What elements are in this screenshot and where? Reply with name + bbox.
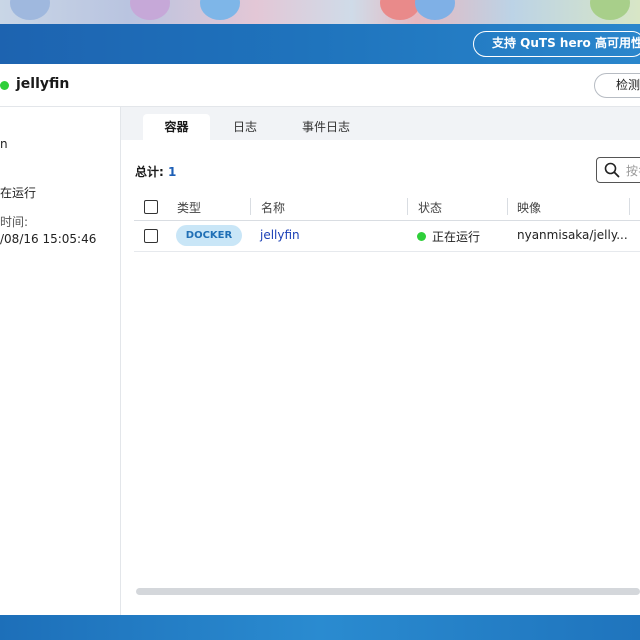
search-placeholder: 按名 xyxy=(626,164,640,178)
desktop-icon xyxy=(130,0,170,20)
container-image: nyanmisaka/jelly... xyxy=(517,228,628,242)
column-divider[interactable] xyxy=(507,198,508,215)
column-status[interactable]: 状态 xyxy=(418,199,442,216)
app-status-dot-icon xyxy=(0,81,9,90)
desktop-icon xyxy=(200,0,240,20)
quts-hero-ha-button[interactable]: 支持 QuTS hero 高可用性 xyxy=(473,31,640,57)
sidebar-status-value: 在运行 xyxy=(0,186,37,200)
row-checkbox[interactable] xyxy=(144,229,158,243)
total-count: 总计: 1 xyxy=(135,163,176,180)
column-type[interactable]: 类型 xyxy=(177,199,201,216)
tab-logs[interactable]: 日志 xyxy=(219,114,271,140)
select-all-checkbox[interactable] xyxy=(144,200,158,214)
main-panel: 容器 日志 事件日志 总计: 1 按名 类型 名称 状态 映像 DOCKER j… xyxy=(121,107,640,615)
total-label: 总计: xyxy=(135,165,164,179)
search-icon xyxy=(604,162,620,178)
container-name-link[interactable]: jellyfin xyxy=(260,228,300,242)
column-divider[interactable] xyxy=(629,198,630,215)
table-header: 类型 名称 状态 映像 xyxy=(134,194,640,221)
sidebar-app-name: n xyxy=(0,137,8,151)
search-input[interactable]: 按名 xyxy=(596,157,640,183)
desktop-icon xyxy=(415,0,455,20)
desktop-icon xyxy=(380,0,420,20)
app-title-row xyxy=(0,64,640,107)
column-image[interactable]: 映像 xyxy=(517,199,541,216)
window-footer xyxy=(0,615,640,640)
tab-event-logs[interactable]: 事件日志 xyxy=(289,114,363,140)
app-info-sidebar: n 在运行 时间: /08/16 15:05:46 xyxy=(0,107,121,615)
table-row[interactable]: DOCKER jellyfin 正在运行 nyanmisaka/jelly... xyxy=(134,221,640,252)
column-divider[interactable] xyxy=(407,198,408,215)
docker-type-badge: DOCKER xyxy=(176,225,242,246)
sidebar-time-label: 时间: xyxy=(0,215,29,229)
total-value: 1 xyxy=(168,165,177,179)
desktop-icon xyxy=(10,0,50,20)
sidebar-time-value: /08/16 15:05:46 xyxy=(0,232,97,246)
column-name[interactable]: 名称 xyxy=(261,199,285,216)
desktop-icon xyxy=(590,0,630,20)
column-divider[interactable] xyxy=(250,198,251,215)
tab-containers[interactable]: 容器 xyxy=(143,114,210,140)
app-title: jellyfin xyxy=(16,76,70,92)
running-status-dot-icon xyxy=(417,232,426,241)
horizontal-scrollbar[interactable] xyxy=(136,588,640,595)
desktop-background xyxy=(0,0,640,24)
detect-button[interactable]: 检测 xyxy=(594,73,640,98)
tab-bar: 容器 日志 事件日志 xyxy=(121,107,640,140)
container-status: 正在运行 xyxy=(432,230,481,244)
